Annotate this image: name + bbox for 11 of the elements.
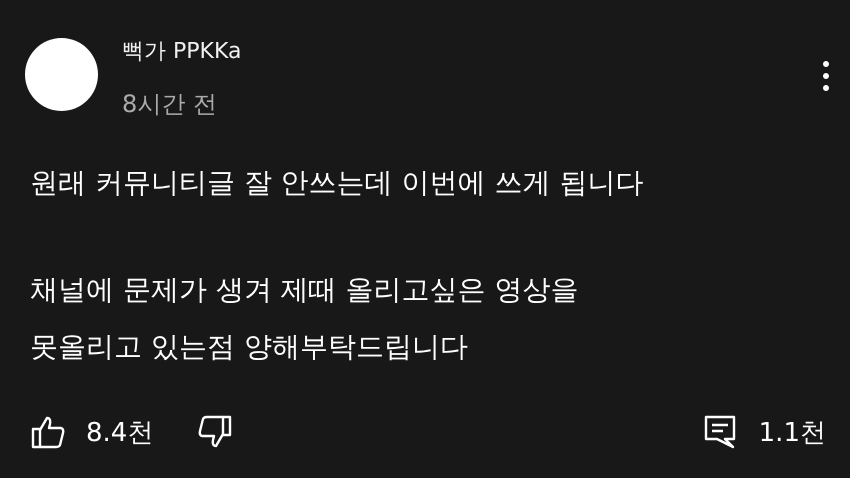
thumbs-down-icon[interactable]	[197, 414, 234, 450]
comment-icon[interactable]	[702, 414, 737, 450]
like-count: 8.4천	[86, 416, 154, 450]
post-text: 원래 커뮤니티글 잘 안쓰는데 이번에 쓰게 됩니다	[30, 165, 644, 201]
thumbs-up-icon[interactable]	[30, 414, 66, 450]
post-text: 채널에 문제가 생겨 제때 올리고싶은 영상을	[30, 272, 580, 308]
post-text: 못올리고 있는점 양해부탁드립니다	[30, 329, 469, 365]
author-name[interactable]: 뻑가 PPKKa	[122, 38, 242, 66]
comment-count: 1.1천	[758, 416, 826, 450]
more-options-icon[interactable]	[822, 60, 830, 92]
post-time: 8시간 전	[122, 89, 218, 120]
